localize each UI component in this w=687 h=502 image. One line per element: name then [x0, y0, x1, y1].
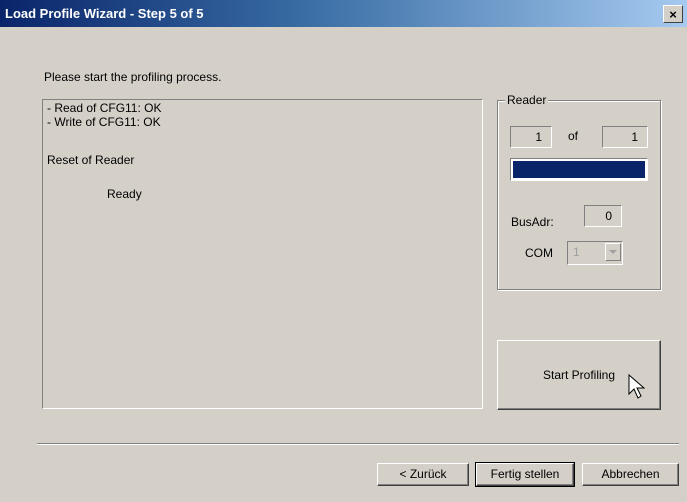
close-button[interactable]: × — [663, 5, 683, 23]
reader-progress-bar — [510, 158, 648, 181]
log-line: Ready — [107, 187, 142, 201]
log-line: Reset of Reader — [47, 153, 135, 167]
chevron-down-icon[interactable] — [605, 243, 621, 261]
instruction-text: Please start the profiling process. — [44, 70, 222, 84]
com-select[interactable]: 1 — [567, 241, 623, 265]
busadr-field[interactable]: 0 — [584, 205, 622, 227]
of-label: of — [568, 129, 579, 143]
window-title: Load Profile Wizard - Step 5 of 5 — [5, 6, 204, 21]
com-value: 1 — [573, 245, 580, 259]
finish-button[interactable]: Fertig stellen — [475, 462, 575, 487]
com-label: COM — [525, 246, 553, 260]
footer-separator — [37, 443, 679, 445]
reader-group-label: Reader — [505, 93, 549, 107]
back-button[interactable]: < Zurück — [377, 463, 469, 486]
reader-total-field: 1 — [602, 126, 648, 148]
busadr-label: BusAdr: — [511, 215, 554, 229]
log-panel: - Read of CFG11: OK - Write of CFG11: OK… — [42, 99, 483, 409]
log-line: - Read of CFG11: OK — [47, 101, 162, 115]
mouse-cursor-icon — [628, 374, 646, 399]
title-bar: Load Profile Wizard - Step 5 of 5 × — [0, 0, 687, 27]
cancel-button[interactable]: Abbrechen — [582, 463, 679, 486]
progress-fill — [513, 161, 645, 178]
log-line: - Write of CFG11: OK — [47, 115, 161, 129]
reader-current-field: 1 — [510, 126, 552, 148]
